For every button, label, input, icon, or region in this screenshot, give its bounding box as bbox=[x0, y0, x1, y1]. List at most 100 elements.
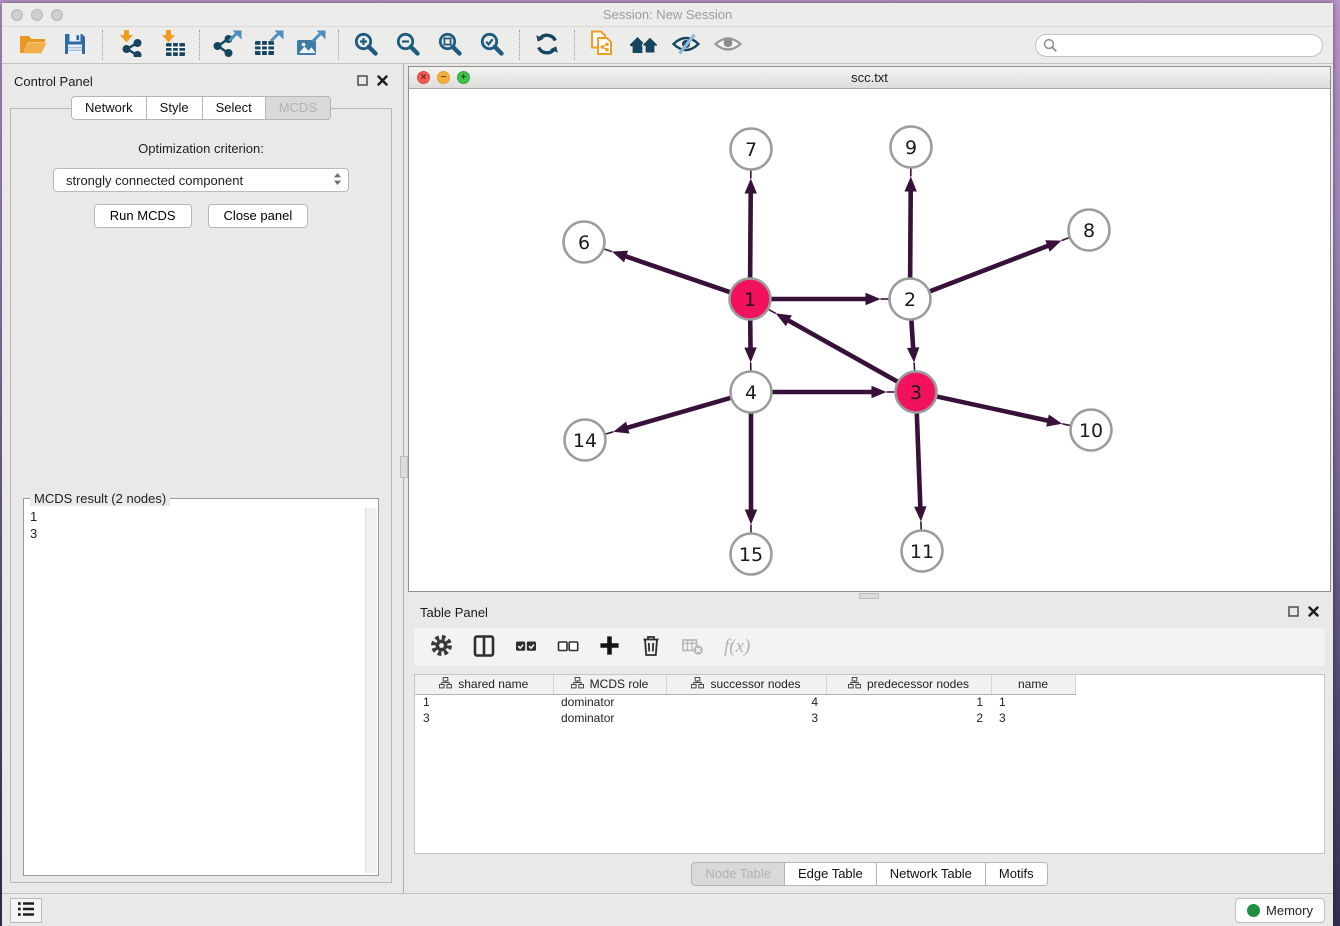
table-settings-button[interactable] bbox=[430, 634, 453, 660]
horizontal-splitter-handle[interactable] bbox=[859, 593, 879, 599]
graph-node-9[interactable]: 9 bbox=[891, 127, 932, 168]
open-session-button[interactable] bbox=[12, 29, 54, 61]
table-cell[interactable]: 3 bbox=[991, 710, 1075, 726]
graph-node-1[interactable]: 1 bbox=[730, 279, 771, 320]
tab-node-table[interactable]: Node Table bbox=[691, 862, 784, 886]
vertical-splitter[interactable] bbox=[400, 64, 408, 893]
graph-edge-1-7[interactable] bbox=[745, 170, 757, 278]
first-neighbors-button[interactable] bbox=[623, 29, 665, 61]
graph-node-4[interactable]: 4 bbox=[731, 372, 772, 413]
tab-network-table[interactable]: Network Table bbox=[876, 862, 985, 886]
memory-button[interactable]: Memory bbox=[1235, 898, 1325, 923]
network-maximize-button[interactable]: + bbox=[457, 71, 470, 84]
graph-node-11[interactable]: 11 bbox=[902, 531, 943, 572]
zoom-fit-button[interactable] bbox=[429, 29, 471, 61]
table-cell[interactable]: 4 bbox=[666, 694, 826, 710]
import-network-button[interactable] bbox=[109, 29, 151, 61]
close-window-button[interactable] bbox=[11, 9, 23, 21]
column-header-name[interactable]: name bbox=[991, 675, 1075, 694]
graph-edge-4-14[interactable] bbox=[605, 398, 730, 434]
run-mcds-button[interactable]: Run MCDS bbox=[94, 204, 192, 228]
graph-node-14[interactable]: 14 bbox=[565, 420, 606, 461]
tab-style[interactable]: Style bbox=[146, 96, 202, 120]
result-scrollbar[interactable] bbox=[365, 508, 377, 873]
graph-node-3[interactable]: 3 bbox=[896, 372, 937, 413]
graph-edge-3-10[interactable] bbox=[937, 397, 1070, 427]
import-table-button[interactable] bbox=[151, 29, 193, 61]
criterion-dropdown[interactable]: strongly connected component bbox=[53, 168, 349, 192]
zoom-selected-button[interactable] bbox=[471, 29, 513, 61]
network-close-button[interactable]: × bbox=[417, 71, 430, 84]
tab-motifs[interactable]: Motifs bbox=[985, 862, 1048, 886]
float-panel-icon[interactable] bbox=[357, 74, 368, 89]
close-table-panel-icon[interactable] bbox=[1308, 605, 1319, 620]
table-cell[interactable]: 2 bbox=[826, 710, 991, 726]
mcds-result-box: MCDS result (2 nodes) 13 bbox=[23, 498, 379, 876]
graph-edge-1-4[interactable] bbox=[744, 320, 756, 371]
task-history-button[interactable] bbox=[10, 898, 42, 923]
column-header-shared-name[interactable]: shared name bbox=[415, 675, 553, 694]
network-minimize-button[interactable]: − bbox=[437, 71, 450, 84]
apply-layout-button[interactable] bbox=[526, 29, 568, 61]
table-row[interactable]: 3dominator323 bbox=[415, 710, 1075, 726]
graph-edge-4-15[interactable] bbox=[745, 414, 757, 534]
graph-node-2[interactable]: 2 bbox=[890, 279, 931, 320]
table-cell[interactable]: 1 bbox=[991, 694, 1075, 710]
tab-edge-table[interactable]: Edge Table bbox=[784, 862, 876, 886]
create-column-button[interactable] bbox=[599, 635, 620, 659]
graph-edge-1-2[interactable] bbox=[772, 293, 890, 305]
graph-node-8[interactable]: 8 bbox=[1069, 210, 1110, 251]
table-cell[interactable]: dominator bbox=[553, 694, 666, 710]
table-cell[interactable]: dominator bbox=[553, 710, 666, 726]
zoom-out-button[interactable] bbox=[387, 29, 429, 61]
show-column-button[interactable] bbox=[473, 635, 495, 660]
float-table-panel-icon[interactable] bbox=[1288, 605, 1299, 620]
clone-network-button[interactable] bbox=[581, 29, 623, 61]
graph-node-15[interactable]: 15 bbox=[731, 534, 772, 575]
graph-edge-3-1[interactable] bbox=[768, 309, 897, 381]
tab-select[interactable]: Select bbox=[202, 96, 265, 120]
result-item[interactable]: 3 bbox=[30, 525, 364, 542]
horizontal-splitter[interactable] bbox=[408, 592, 1331, 600]
mcds-result-list[interactable]: 13 bbox=[30, 508, 364, 873]
zoom-in-button[interactable] bbox=[345, 29, 387, 61]
graph-edge-2-9[interactable] bbox=[905, 168, 917, 278]
table-cell[interactable]: 1 bbox=[415, 694, 553, 710]
search-input[interactable] bbox=[1035, 34, 1323, 57]
table-cell[interactable]: 3 bbox=[415, 710, 553, 726]
export-network-button[interactable] bbox=[206, 29, 248, 61]
graph-edge-2-3[interactable] bbox=[907, 320, 919, 371]
hide-selected-button[interactable] bbox=[665, 29, 707, 61]
table-cell[interactable]: 1 bbox=[826, 694, 991, 710]
column-header-mcds-role[interactable]: MCDS role bbox=[553, 675, 666, 694]
network-canvas[interactable]: 1 2 3 4 6 7 8 9 10 11 14 15 bbox=[409, 89, 1330, 591]
show-all-button[interactable] bbox=[707, 29, 749, 61]
table-cell[interactable]: 3 bbox=[666, 710, 826, 726]
export-image-button[interactable] bbox=[290, 29, 332, 61]
graph-node-6[interactable]: 6 bbox=[564, 222, 605, 263]
graph-edge-3-11[interactable] bbox=[914, 413, 926, 530]
column-header-predecessor-nodes[interactable]: predecessor nodes bbox=[826, 675, 991, 694]
maximize-window-button[interactable] bbox=[51, 9, 63, 21]
graph-node-10[interactable]: 10 bbox=[1071, 410, 1112, 451]
column-header-successor-nodes[interactable]: successor nodes bbox=[666, 675, 826, 694]
delete-column-button[interactable] bbox=[640, 634, 662, 660]
deselect-all-columns-button[interactable] bbox=[557, 638, 579, 657]
table-panel-tabs: Node TableEdge TableNetwork TableMotifs bbox=[408, 857, 1331, 893]
result-item[interactable]: 1 bbox=[30, 508, 364, 525]
select-all-columns-button[interactable] bbox=[515, 638, 537, 657]
vertical-splitter-handle[interactable] bbox=[400, 456, 408, 478]
graph-edge-2-8[interactable] bbox=[930, 238, 1069, 292]
minimize-window-button[interactable] bbox=[31, 9, 43, 21]
export-table-button[interactable] bbox=[248, 29, 290, 61]
close-panel-button[interactable]: Close panel bbox=[208, 204, 309, 228]
close-panel-icon[interactable] bbox=[377, 74, 388, 89]
tab-mcds[interactable]: MCDS bbox=[265, 96, 331, 120]
save-session-button[interactable] bbox=[54, 29, 96, 61]
trash-icon bbox=[640, 634, 662, 660]
graph-node-7[interactable]: 7 bbox=[731, 129, 772, 170]
graph-edge-4-3[interactable] bbox=[773, 386, 896, 398]
graph-edge-1-6[interactable] bbox=[604, 249, 730, 292]
table-row[interactable]: 1dominator411 bbox=[415, 694, 1075, 710]
tab-network[interactable]: Network bbox=[71, 96, 146, 120]
